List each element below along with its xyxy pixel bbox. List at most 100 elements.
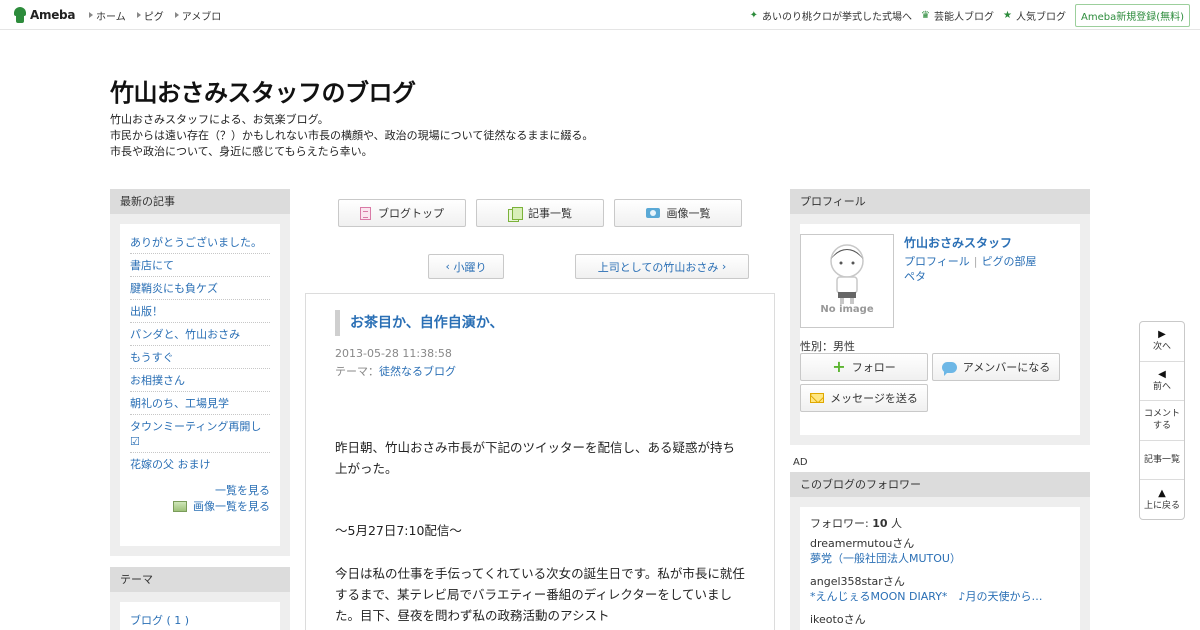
- nav-ameblo-label: アメブロ: [181, 11, 222, 23]
- next-article-button[interactable]: 上司としての竹山おさみ ›: [575, 254, 749, 279]
- side-article-list-button[interactable]: 記事一覧: [1140, 441, 1184, 481]
- follower-count: フォロワー: 10 人: [810, 516, 1080, 531]
- image-list-label: 画像一覧: [666, 207, 711, 220]
- prev-article-button[interactable]: ‹ 小躍り: [428, 254, 504, 279]
- profile-body: No image 竹山おさみスタッフ プロフィール | ピグの部屋 ペタ 性別：男性…: [800, 224, 1080, 435]
- triangle-right-icon: [89, 12, 93, 18]
- celebrity-blog-label: 芸能人ブログ: [934, 11, 995, 23]
- side-article-list-label: 記事一覧: [1143, 455, 1180, 466]
- recent-articles-box: 最新の記事 ありがとうございました。 書店にて 腱鞘炎にも負ケズ 出版！ パンダ…: [110, 189, 290, 556]
- no-image-label: No image: [820, 304, 874, 315]
- send-message-label: メッセージを送る: [830, 392, 918, 405]
- recent-article-link[interactable]: 書店にて: [130, 254, 270, 277]
- ad-label: AD: [793, 457, 808, 468]
- camera-icon: [645, 208, 660, 218]
- followers-box: このブログのフォロワー フォロワー: 10 人 dreamermutouさん 夢…: [790, 472, 1090, 630]
- side-back-to-top-button[interactable]: ▲ 上に戻る: [1140, 480, 1184, 520]
- nav-ameblo[interactable]: アメブロ: [174, 8, 222, 23]
- article-list-link[interactable]: 一覧を見る: [130, 483, 270, 499]
- follow-button[interactable]: + フォロー: [800, 353, 928, 381]
- follower-blog-link[interactable]: 夢党（一般社団法人MUTOU）: [810, 551, 1066, 566]
- image-list-link[interactable]: 画像一覧を見る: [130, 499, 270, 515]
- side-prev-button[interactable]: ◀ 前へ: [1140, 362, 1184, 402]
- chevron-right-icon: ›: [721, 260, 727, 273]
- triangle-right-icon: [136, 12, 141, 18]
- side-comment-label: コメント: [1143, 409, 1180, 420]
- play-left-icon: ◀: [1158, 368, 1166, 380]
- entry-theme: テーマ：徒然なるブログ: [335, 363, 456, 379]
- send-message-button[interactable]: メッセージを送る: [800, 384, 928, 412]
- popular-blog-label: 人気ブログ: [1015, 11, 1066, 23]
- blog-entry: お茶目か、自作自演か、 2013-05-28 11:38:58 テーマ：徒然なる…: [305, 293, 775, 630]
- follower-count-value: 10: [872, 517, 888, 530]
- ameba-logo-icon: [13, 7, 27, 23]
- nav-pigg[interactable]: ピグ: [136, 8, 164, 23]
- theme-list: ブログ ( 1 ): [120, 602, 280, 630]
- image-list-button[interactable]: 画像一覧: [614, 199, 742, 227]
- recent-article-link[interactable]: タウンミーティング再開し☑: [130, 415, 270, 453]
- plus-icon: +: [832, 357, 846, 376]
- next-article-label: 上司としての竹山おさみ: [597, 260, 719, 274]
- pigg-room-link[interactable]: ピグの部屋: [982, 255, 1037, 268]
- promo-link-label: あいのり桃クロが挙式した式場へ: [762, 11, 913, 23]
- recent-article-link[interactable]: もうすぐ: [130, 346, 270, 369]
- copy-documents-icon: [508, 206, 523, 222]
- amember-label: アメンバーになる: [962, 361, 1051, 374]
- side-comment-button[interactable]: コメント する: [1140, 401, 1184, 441]
- profile-link[interactable]: プロフィール: [904, 255, 970, 268]
- link-separator: |: [973, 255, 978, 268]
- article-list-button[interactable]: 記事一覧: [476, 199, 604, 227]
- image-gallery-icon: [173, 501, 187, 512]
- star-icon: ★: [1003, 9, 1012, 21]
- followers-list: フォロワー: 10 人 dreamermutouさん 夢党（一般社団法人MUTO…: [800, 507, 1080, 630]
- recent-article-link[interactable]: パンダと、竹山おさみ: [130, 323, 270, 346]
- entry-theme-link[interactable]: 徒然なるブログ: [379, 365, 456, 378]
- entry-paragraph: 今日は私の仕事を手伝ってくれている次女の誕生日です。私が市長に就任するまで、某テ…: [335, 566, 745, 623]
- theme-item-link[interactable]: ブログ ( 1 ): [130, 609, 270, 630]
- theme-box: テーマ ブログ ( 1 ): [110, 567, 290, 630]
- crown-icon: ♛: [921, 9, 931, 21]
- profile-name[interactable]: 竹山おさみスタッフ: [904, 234, 1012, 251]
- entry-paragraph: ～5月27日7:10配信～: [335, 523, 462, 538]
- recent-articles-list: ありがとうございました。 書店にて 腱鞘炎にも負ケズ 出版！ パンダと、竹山おさ…: [120, 224, 280, 546]
- image-list-link-label: 画像一覧を見る: [193, 500, 270, 513]
- recent-article-link[interactable]: 出版！: [130, 300, 270, 323]
- recent-article-link[interactable]: 花嫁の父 おまけ: [130, 453, 270, 475]
- popular-blog-link[interactable]: ★ 人気ブログ: [1003, 8, 1066, 23]
- avatar[interactable]: No image: [800, 234, 894, 328]
- follower-user: ikeotoさん: [810, 613, 866, 626]
- blog-top-label: ブログトップ: [378, 207, 444, 220]
- entry-title[interactable]: お茶目か、自作自演か、: [335, 310, 503, 336]
- blog-title[interactable]: 竹山おさみスタッフのブログ: [110, 73, 416, 108]
- follower-blog-link[interactable]: *えんじぇるMOON DIARY* ♪月の天使から…: [810, 589, 1066, 604]
- side-comment-label-2: する: [1152, 421, 1171, 432]
- amember-button[interactable]: アメンバーになる: [932, 353, 1060, 381]
- peta-link[interactable]: ペタ: [904, 270, 926, 283]
- description-line: 市民からは遠い存在（？）かもしれない市長の横顔や、政治の現場について徒然なるまま…: [110, 129, 594, 142]
- side-next-button[interactable]: ▶ 次へ: [1140, 322, 1184, 362]
- follower-user: angel358starさん: [810, 575, 905, 588]
- description-line: 市長や政治について、身近に感じてもらえたら幸い。: [110, 145, 373, 158]
- blog-top-button[interactable]: ブログトップ: [338, 199, 466, 227]
- follow-label: フォロー: [851, 361, 896, 374]
- follower-user: dreamermutouさん: [810, 537, 915, 550]
- description-line: 竹山おさみスタッフによる、お気楽ブログ。: [110, 113, 329, 126]
- theme-heading: テーマ: [110, 567, 290, 592]
- profile-links: プロフィール | ピグの部屋 ペタ: [904, 254, 1074, 284]
- promo-link[interactable]: ✦ あいのり桃クロが挙式した式場へ: [750, 8, 912, 23]
- blog-description: 竹山おさみスタッフによる、お気楽ブログ。 市民からは遠い存在（？）かもしれない市…: [110, 112, 593, 160]
- ameba-logo[interactable]: Ameba: [13, 6, 75, 24]
- envelope-icon: [810, 393, 825, 403]
- recent-article-link[interactable]: お相撲さん: [130, 369, 270, 392]
- article-list-label: 記事一覧: [528, 207, 572, 220]
- celebrity-blog-link[interactable]: ♛ 芸能人ブログ: [921, 8, 994, 23]
- recent-article-link[interactable]: ありがとうございました。: [130, 231, 270, 254]
- nav-home[interactable]: ホーム: [89, 8, 126, 23]
- recent-article-link[interactable]: 腱鞘炎にも負ケズ: [130, 277, 270, 300]
- register-button[interactable]: Ameba新規登録(無料): [1074, 3, 1190, 27]
- triangle-right-icon: [174, 12, 179, 18]
- side-prev-label: 前へ: [1152, 381, 1171, 392]
- nav-home-label: ホーム: [96, 11, 126, 23]
- floating-side-nav: ▶ 次へ ◀ 前へ コメント する 記事一覧 ▲ 上に戻る: [1139, 321, 1185, 520]
- recent-article-link[interactable]: 朝礼のち、工場見学: [130, 392, 270, 415]
